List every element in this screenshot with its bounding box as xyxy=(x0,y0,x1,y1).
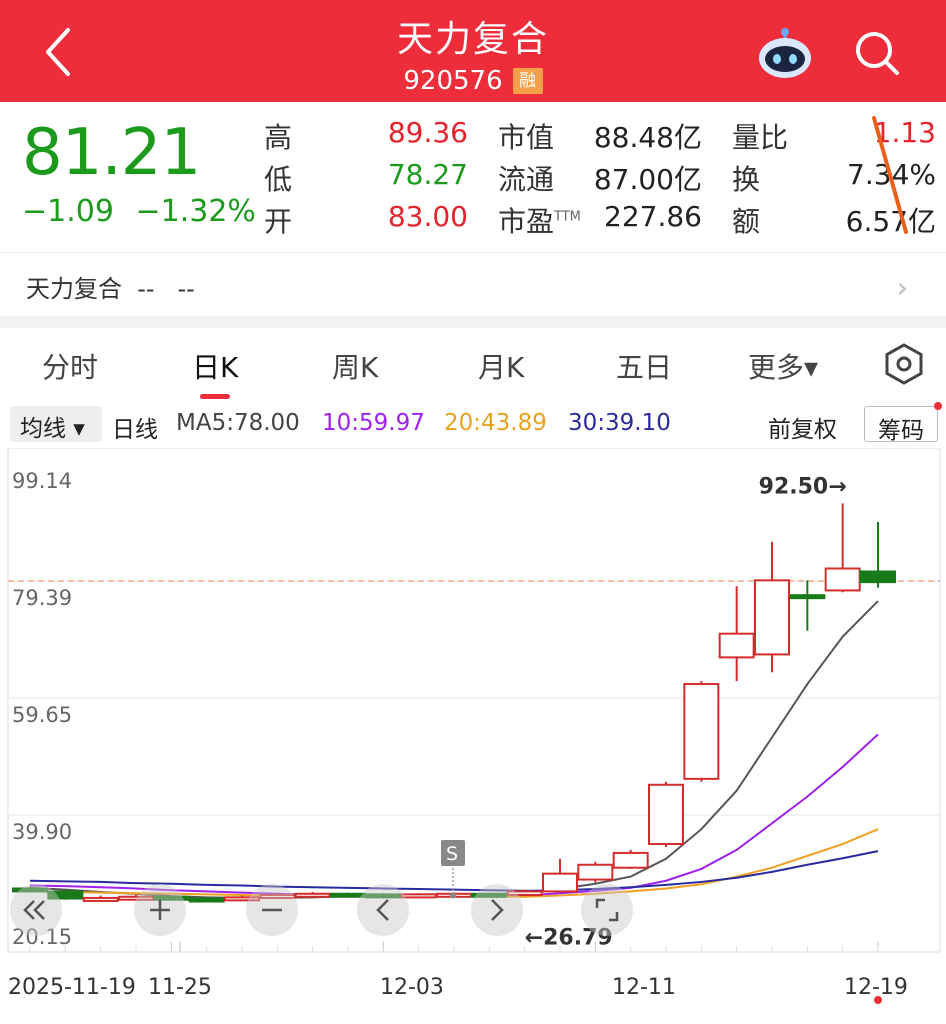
current-date-dot xyxy=(874,996,882,1004)
chevron-right-icon: › xyxy=(896,271,908,304)
section-divider xyxy=(0,316,946,328)
plot-frame xyxy=(7,448,941,953)
candle-body xyxy=(824,567,861,592)
candle-body xyxy=(860,570,896,584)
candle-body xyxy=(188,897,225,903)
ma5-value: MA5:78.00 xyxy=(176,410,300,436)
y-tick-label: 39.90 xyxy=(12,820,72,844)
volratio-label: 量比 xyxy=(732,121,789,154)
candle-body xyxy=(683,683,720,780)
tab-five-day[interactable]: 五日 xyxy=(616,346,672,386)
pe-label: 市盈TTM xyxy=(498,205,581,238)
tab-daily-k[interactable]: 日K xyxy=(192,346,238,386)
candle-body xyxy=(648,783,684,846)
x-tick-label: 12-19 xyxy=(844,975,908,1000)
high-value: 89.36 xyxy=(387,116,468,149)
x-tick-label: 12-11 xyxy=(612,975,676,1000)
candle-body xyxy=(82,896,119,902)
quote-panel: 81.21 −1.09 −1.32% 高 89.36 低 78.27 开 83.… xyxy=(0,102,946,252)
candle-body xyxy=(754,579,790,656)
x-tick-label: 12-03 xyxy=(380,975,444,1000)
kline-svg: 99.1479.3959.6539.9020.1592.50→←26.79S20… xyxy=(7,448,941,1004)
ma-dropdown[interactable]: 均线 ▾ xyxy=(10,406,102,442)
change-value: −1.09 xyxy=(22,194,114,229)
annotation-stroke xyxy=(872,116,908,234)
related-text: 天力复合 -- -- xyxy=(26,275,195,303)
low-label: 低 xyxy=(264,163,293,196)
y-tick-label: 99.14 xyxy=(12,469,72,493)
x-tick-label: 2025-11-19 xyxy=(8,975,136,1000)
ma30-value: 30:39.10 xyxy=(568,410,671,436)
tab-more[interactable]: 更多▾ xyxy=(748,346,818,386)
left-zoom-button xyxy=(357,884,409,936)
search-icon[interactable] xyxy=(852,28,902,78)
ma20-value: 20:43.89 xyxy=(444,410,547,436)
tab-monthly-k[interactable]: 月K xyxy=(478,346,524,386)
low-value: 78.27 xyxy=(387,158,468,191)
high-annotation: 92.50→ xyxy=(759,474,847,499)
open-value: 83.00 xyxy=(387,200,468,233)
open-label: 开 xyxy=(264,205,293,238)
active-tab-indicator xyxy=(200,394,230,399)
kline-chart[interactable]: 99.14 79.39 59.65 39.90 20.15 92.50→ ←26.79 S 20… xyxy=(0,448,946,1024)
mktcap-value: 88.48亿 xyxy=(593,121,702,154)
related-bar[interactable]: 天力复合 -- -- › xyxy=(0,252,946,316)
candle-body xyxy=(577,863,614,881)
mktcap-label: 市值 xyxy=(498,121,555,154)
tab-weekly-k[interactable]: 周K xyxy=(332,346,378,386)
ma-legend-row: 均线 ▾ 日线 MA5:78.00 10:59.97 20:43.89 30:3… xyxy=(0,402,946,448)
candle-body xyxy=(718,632,755,659)
settings-hexagon-icon[interactable] xyxy=(882,342,926,386)
s-marker-dot xyxy=(450,892,456,899)
candle-body xyxy=(294,892,331,898)
change-percent: −1.32% xyxy=(135,194,256,229)
tab-intraday[interactable]: 分时 xyxy=(42,346,98,386)
margin-badge: 融 xyxy=(512,68,543,94)
amount-label: 额 xyxy=(732,205,761,238)
last-price: 81.21 xyxy=(22,116,201,190)
period-tabs: 分时 日K 周K 月K 五日 更多▾ xyxy=(0,328,946,400)
pe-value: 227.86 xyxy=(604,200,702,233)
ma10-value: 10:59.97 xyxy=(322,410,425,436)
period-label: 日线 xyxy=(112,417,158,443)
float-label: 流通 xyxy=(498,163,555,196)
candle-body xyxy=(542,872,578,893)
s-marker-label: S xyxy=(446,843,458,865)
stock-code: 920576 xyxy=(403,66,503,96)
y-tick-label: 59.65 xyxy=(12,703,72,727)
high-label: 高 xyxy=(264,121,293,154)
notification-dot xyxy=(934,402,942,410)
candle-body xyxy=(612,851,649,869)
robot-assistant-icon[interactable] xyxy=(756,26,814,80)
candle-body xyxy=(330,892,366,898)
float-value: 87.00亿 xyxy=(593,163,702,196)
price-change: −1.09 −1.32% xyxy=(22,194,256,229)
expand-zoom-button xyxy=(581,884,633,936)
candle-body xyxy=(400,893,437,899)
right-zoom-button xyxy=(471,884,523,936)
candle-body xyxy=(789,594,826,600)
y-tick-label: 79.39 xyxy=(12,586,72,610)
top-bar: 天力复合 920576 融 xyxy=(0,0,946,102)
adjust-mode[interactable]: 前复权 xyxy=(768,410,837,444)
x-tick-label: 11-25 xyxy=(148,975,212,1000)
turnover-label: 换 xyxy=(732,163,761,196)
chip-distribution-button[interactable]: 筹码 xyxy=(864,406,938,444)
